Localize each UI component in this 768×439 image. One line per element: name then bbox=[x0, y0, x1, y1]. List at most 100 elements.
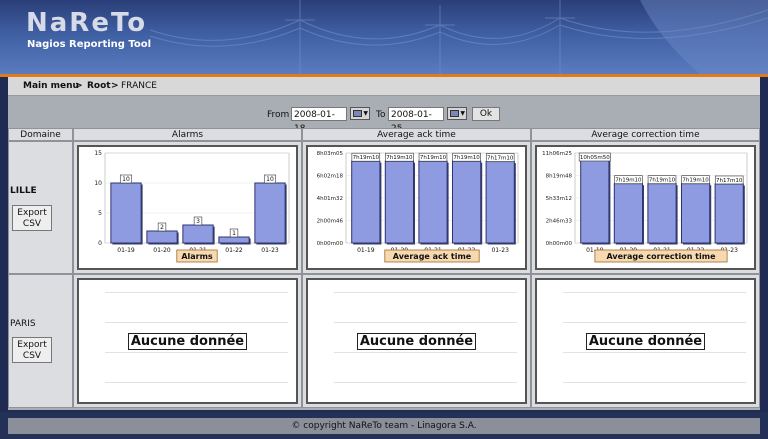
grid-line bbox=[105, 352, 288, 353]
y-tick-label: 4h01m32 bbox=[317, 196, 343, 202]
value-label: 7h19m10 bbox=[353, 155, 380, 161]
y-tick-label: 2h00m46 bbox=[317, 219, 344, 225]
header-alarms: Alarms bbox=[73, 128, 302, 141]
chart-cell-paris-ack: Aucune donnée bbox=[302, 274, 531, 408]
header-domaine: Domaine bbox=[8, 128, 73, 141]
value-label: 1 bbox=[232, 230, 236, 237]
app-logo: NaReTo bbox=[26, 8, 148, 38]
chart-title: Average correction time bbox=[607, 252, 717, 261]
chart-frame: 0h00m00 2h00m46 4h01m32 6h02m18 8h03m05 7h19m… bbox=[306, 145, 527, 270]
y-tick-label: 2h46m33 bbox=[546, 219, 573, 225]
breadcrumb-root[interactable]: Root bbox=[87, 81, 111, 91]
export-label: Export bbox=[17, 340, 47, 350]
value-label: 10h05m50 bbox=[580, 155, 610, 161]
chart-title: Average ack time bbox=[393, 252, 472, 261]
from-calendar-button[interactable]: ▼ bbox=[350, 107, 370, 120]
chart-frame: 0510151001-19201-20301-21101-221001-23Al… bbox=[77, 145, 298, 270]
export-label: CSV bbox=[22, 351, 42, 361]
header-avg-ack-time: Average ack time bbox=[302, 128, 531, 141]
bar bbox=[613, 183, 644, 244]
chart-title: Alarms bbox=[181, 252, 213, 261]
y-tick-label: 15 bbox=[94, 150, 102, 157]
y-tick-label: 5h33m12 bbox=[546, 196, 572, 202]
footer-bar: © copyright NaReTo team - Linagora S.A. bbox=[8, 418, 760, 434]
chart-cell-lille-alarms: 0510151001-19201-20301-21101-221001-23Al… bbox=[73, 141, 302, 274]
x-tick-label: 01-20 bbox=[153, 247, 171, 254]
chart-cell-paris-alarms: Aucune donnée bbox=[73, 274, 302, 408]
app-tagline: Nagios Reporting Tool bbox=[27, 39, 152, 50]
grid-line bbox=[563, 352, 746, 353]
breadcrumb-separator: > bbox=[75, 81, 83, 91]
dropdown-arrow-icon: ▼ bbox=[363, 110, 368, 117]
value-label: 7h19m10 bbox=[649, 178, 676, 184]
to-date-input[interactable]: 2008-01-25 bbox=[388, 107, 444, 134]
alarms-chart: 0510151001-19201-20301-21101-221001-23Al… bbox=[94, 150, 290, 263]
ok-button[interactable]: Ok bbox=[472, 107, 500, 121]
calendar-icon bbox=[450, 110, 459, 117]
bar bbox=[182, 224, 214, 244]
chart-cell-lille-correction: 0h00m00 2h46m33 5h33m12 8h19m48 11h06m25 10h0… bbox=[531, 141, 760, 274]
breadcrumb: Main menu > Root > FRANCE bbox=[8, 77, 760, 96]
avg-correction-time-chart: 0h00m00 2h46m33 5h33m12 8h19m48 11h06m25 10h0… bbox=[542, 151, 748, 263]
y-tick-label: 5 bbox=[98, 210, 102, 217]
chart-cell-paris-correction: Aucune donnée bbox=[531, 274, 760, 408]
grid-line bbox=[563, 292, 746, 293]
value-label: 7h19m10 bbox=[386, 155, 413, 161]
header-avg-correction-time: Average correction time bbox=[531, 128, 760, 141]
no-data-message: Aucune donnée bbox=[79, 333, 296, 350]
domain-name[interactable]: PARIS bbox=[10, 319, 36, 329]
value-label: 7h19m10 bbox=[682, 178, 709, 184]
to-calendar-button[interactable]: ▼ bbox=[447, 107, 467, 120]
breadcrumb-current: FRANCE bbox=[121, 81, 157, 91]
value-label: 10 bbox=[122, 176, 130, 183]
breadcrumb-main-menu[interactable]: Main menu bbox=[23, 81, 79, 91]
app-header: NaReTo Nagios Reporting Tool bbox=[0, 0, 768, 74]
value-label: 7h17m10 bbox=[487, 156, 514, 162]
x-tick-label: 01-23 bbox=[261, 247, 279, 254]
y-tick-label: 0 bbox=[98, 240, 102, 247]
y-tick-label: 0h00m00 bbox=[317, 241, 344, 247]
value-label: 7h19m10 bbox=[420, 155, 447, 161]
grid-line bbox=[334, 382, 517, 383]
export-csv-button[interactable]: Export CSV bbox=[12, 337, 52, 363]
x-tick-label: 01-19 bbox=[117, 247, 135, 254]
grid-line bbox=[334, 292, 517, 293]
from-date-input[interactable]: 2008-01-18 bbox=[291, 107, 347, 134]
y-tick-label: 8h03m05 bbox=[317, 151, 344, 157]
bar bbox=[254, 182, 286, 244]
report-panel: From 2008-01-18 ▼ To 2008-01-25 ▼ Ok Dom… bbox=[8, 96, 760, 410]
bar bbox=[418, 160, 448, 244]
domain-cell-lille: LILLE Export CSV bbox=[8, 141, 73, 274]
export-label: Export bbox=[17, 208, 47, 218]
bar bbox=[110, 182, 142, 244]
value-label: 7h19m10 bbox=[453, 155, 480, 161]
bar bbox=[351, 160, 381, 244]
date-filter: From 2008-01-18 ▼ To 2008-01-25 ▼ Ok bbox=[8, 106, 760, 134]
no-data-text: Aucune donnée bbox=[585, 333, 706, 350]
no-data-message: Aucune donnée bbox=[308, 333, 525, 350]
x-tick-label: 01-19 bbox=[357, 247, 375, 254]
value-label: 7h17m10 bbox=[716, 178, 743, 184]
dropdown-arrow-icon: ▼ bbox=[460, 110, 465, 117]
bar bbox=[384, 160, 415, 244]
from-label: From bbox=[267, 110, 290, 120]
grid-line bbox=[563, 322, 746, 323]
grid-line bbox=[105, 292, 288, 293]
grid-line bbox=[334, 352, 517, 353]
chart-frame: Aucune donnée bbox=[306, 278, 527, 404]
bar bbox=[714, 183, 744, 244]
no-data-text: Aucune donnée bbox=[127, 333, 248, 350]
footer: © copyright NaReTo team - Linagora S.A. bbox=[0, 412, 768, 439]
domain-name[interactable]: LILLE bbox=[10, 186, 37, 196]
x-tick-label: 01-23 bbox=[491, 247, 509, 254]
domain-cell-paris: PARIS Export CSV bbox=[8, 274, 73, 408]
breadcrumb-separator: > bbox=[111, 81, 119, 91]
calendar-icon bbox=[353, 110, 362, 117]
value-label: 2 bbox=[160, 224, 164, 231]
no-data-message: Aucune donnée bbox=[537, 333, 754, 350]
value-label: 10 bbox=[266, 176, 274, 183]
copyright-text: © copyright NaReTo team - Linagora S.A. bbox=[291, 421, 477, 431]
chart-frame: 0h00m00 2h46m33 5h33m12 8h19m48 11h06m25 10h0… bbox=[535, 145, 756, 270]
export-csv-button[interactable]: Export CSV bbox=[12, 205, 52, 231]
grid-line bbox=[563, 382, 746, 383]
